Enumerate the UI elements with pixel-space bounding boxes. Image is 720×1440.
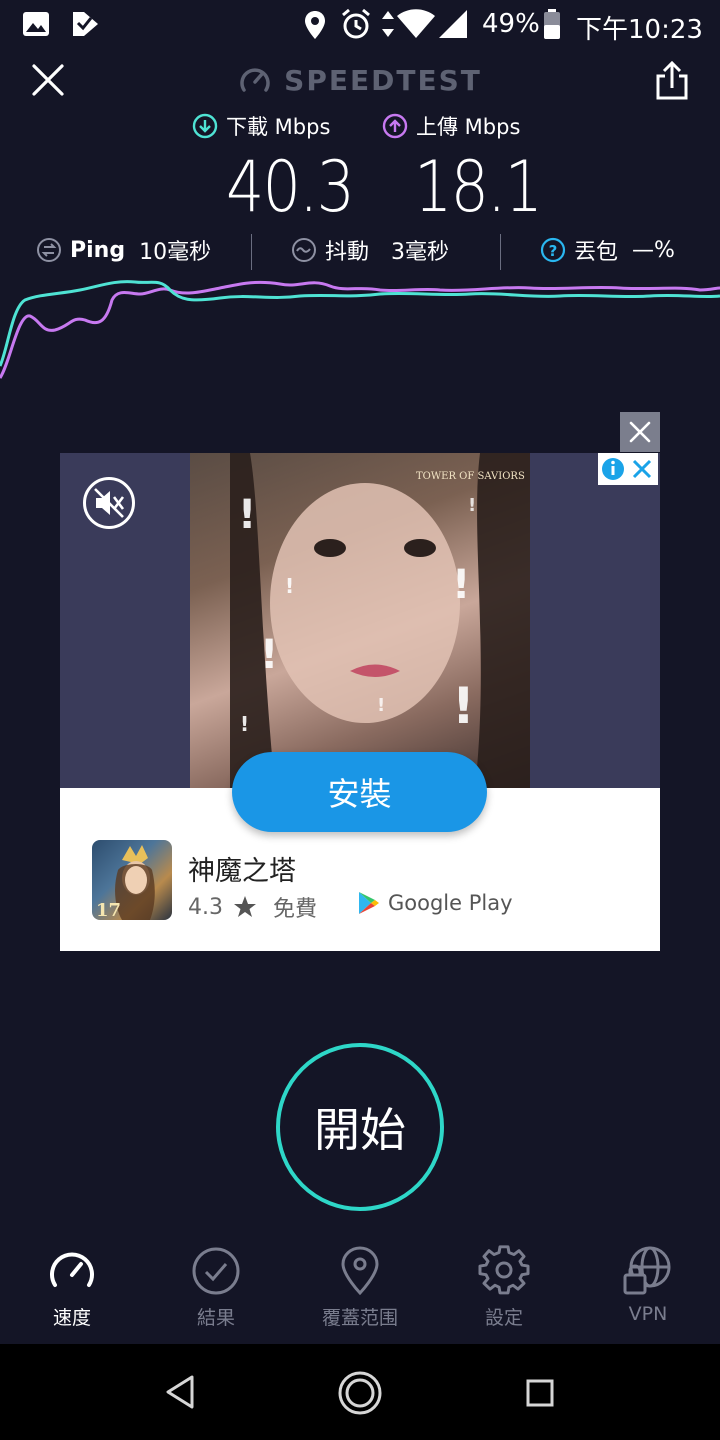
ad-video[interactable]: ! ! ! ! ! ! ! ! TOWER OF SAVIORS — [60, 453, 660, 788]
svg-text:!: ! — [260, 632, 278, 678]
install-button[interactable]: 安裝 — [232, 752, 487, 832]
battery-percent: 49% — [482, 9, 540, 39]
svg-text:17: 17 — [96, 900, 121, 920]
image-icon — [23, 12, 49, 36]
stats-divider — [251, 234, 252, 270]
jitter-icon — [292, 238, 316, 262]
map-pin-icon — [341, 1246, 379, 1296]
nav-coverage-label: 覆蓋范围 — [321, 1307, 398, 1329]
status-bar: 49% 下午10:23 — [0, 0, 720, 50]
price-label: 免費 — [273, 897, 318, 922]
svg-text:!: ! — [452, 677, 475, 735]
signal-icon — [439, 10, 467, 38]
store-label: Google Play — [388, 891, 513, 915]
ad-banner[interactable]: ! ! ! ! ! ! ! ! TOWER OF SAVIORS 安裝 17 神… — [60, 453, 660, 951]
nav-speed-label: 速度 — [52, 1307, 91, 1329]
download-graph-line — [0, 280, 720, 367]
share-icon[interactable] — [648, 58, 696, 106]
speedometer-logo-icon — [240, 68, 270, 92]
vpn-globe-lock-icon — [623, 1246, 671, 1295]
back-icon[interactable] — [164, 1374, 196, 1410]
nav-vpn-label: VPN — [628, 1303, 668, 1325]
svg-text:!: ! — [240, 712, 249, 736]
speed-graph — [0, 280, 720, 379]
ad-close-icon[interactable] — [620, 412, 660, 452]
google-play-badge[interactable]: Google Play — [358, 891, 513, 915]
alarm-icon — [342, 8, 370, 39]
app-name[interactable]: 神魔之塔 — [188, 849, 296, 888]
download-value: 40.3 — [226, 146, 355, 228]
wifi-icon — [397, 9, 435, 38]
adchoices-badge[interactable] — [598, 453, 658, 485]
help-icon[interactable]: ? — [540, 237, 566, 263]
jitter-stat: 抖動 3毫秒 — [291, 232, 449, 268]
upload-label: 上傳 Mbps — [382, 111, 520, 141]
nav-vpn[interactable]: VPN — [588, 1245, 708, 1335]
download-label: 下載 Mbps — [192, 111, 330, 141]
ping-value: 10毫秒 — [139, 240, 212, 265]
star-icon — [234, 896, 256, 917]
speedometer-icon — [50, 1252, 94, 1287]
rating-value: 4.3 — [188, 894, 223, 920]
packet-loss-label: 丟包 — [574, 240, 619, 265]
jitter-label: 抖動 — [325, 240, 370, 265]
stats-divider — [500, 234, 501, 270]
ping-label: Ping — [70, 237, 126, 263]
start-test-button[interactable]: 開始 — [276, 1043, 444, 1211]
nav-speed[interactable]: 速度 — [12, 1245, 132, 1335]
svg-text:!: ! — [452, 562, 470, 608]
ping-stat: Ping 10毫秒 — [36, 232, 211, 268]
app-title-bar: SPEEDTEST — [0, 60, 720, 100]
app-icon[interactable]: 17 — [92, 840, 172, 920]
download-arrow-icon — [192, 113, 218, 139]
svg-text:!: ! — [377, 695, 385, 716]
upload-label-text: 上傳 Mbps — [416, 115, 521, 139]
ad-game-logo: TOWER OF SAVIORS — [416, 471, 525, 482]
mute-icon[interactable] — [83, 477, 135, 529]
ping-icon — [37, 238, 61, 262]
clock: 下午10:23 — [576, 15, 703, 45]
check-circle-icon — [192, 1247, 240, 1295]
svg-text:!: ! — [238, 492, 256, 538]
svg-text:!: ! — [468, 495, 476, 516]
upload-arrow-icon — [382, 113, 408, 139]
recents-icon[interactable] — [526, 1379, 554, 1407]
packet-loss-value: —% — [632, 237, 675, 263]
nav-settings[interactable]: 設定 — [444, 1245, 564, 1335]
data-arrows-icon — [382, 11, 394, 37]
jitter-value: 3毫秒 — [391, 240, 450, 265]
google-play-icon — [359, 892, 379, 914]
nav-results-label: 結果 — [196, 1307, 235, 1329]
upload-value: 18.1 — [414, 146, 543, 228]
svg-text:?: ? — [549, 242, 558, 260]
nav-results[interactable]: 結果 — [156, 1245, 276, 1335]
app-rating: 4.3 免費 — [188, 891, 317, 923]
app-notification-icon — [73, 12, 98, 36]
nav-coverage[interactable]: 覆蓋范围 — [300, 1245, 420, 1335]
battery-icon — [544, 9, 560, 39]
system-navigation-bar — [0, 1344, 720, 1440]
download-label-text: 下載 Mbps — [226, 115, 331, 139]
gear-icon — [478, 1245, 530, 1295]
packet-loss-stat[interactable]: ? 丟包 —% — [540, 232, 675, 268]
nav-settings-label: 設定 — [484, 1307, 523, 1329]
ad-video-frame: ! ! ! ! ! ! ! ! TOWER OF SAVIORS — [190, 453, 530, 788]
app-title: SPEEDTEST — [284, 63, 482, 97]
home-icon[interactable] — [337, 1370, 383, 1416]
location-icon — [305, 11, 325, 39]
svg-text:!: ! — [285, 574, 294, 598]
